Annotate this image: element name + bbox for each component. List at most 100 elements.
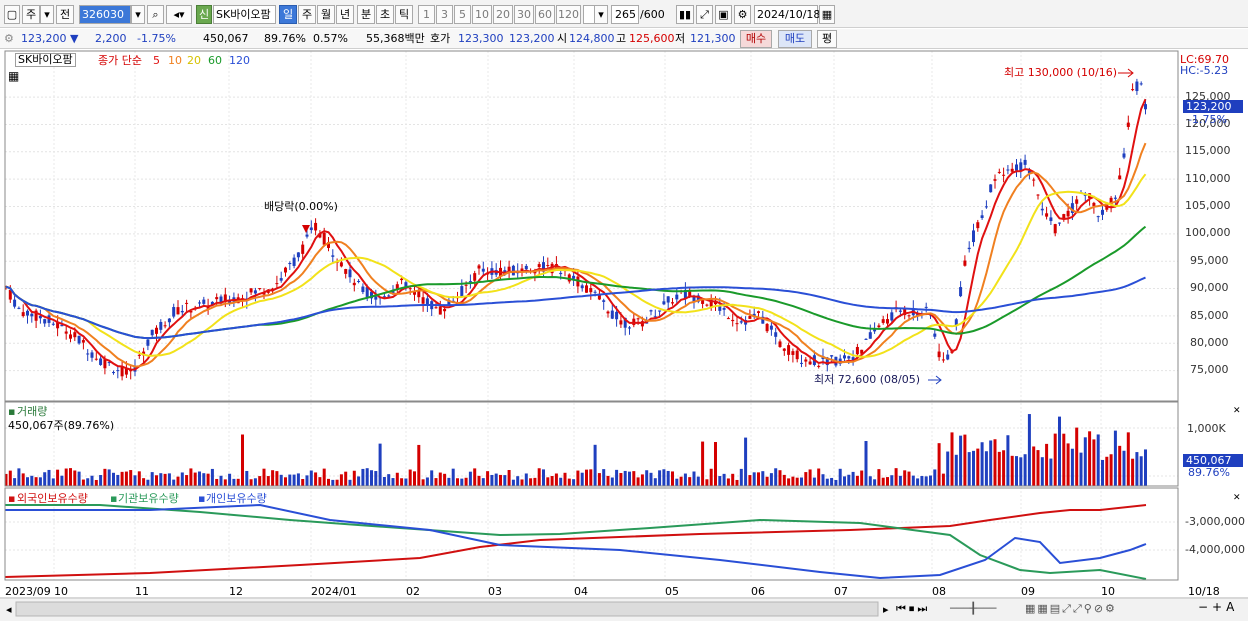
window-menu-icon[interactable]: ▢ (4, 5, 20, 24)
current-pct-tag: -1.75% (1188, 113, 1227, 126)
period-year-tab[interactable]: 년 (336, 5, 354, 24)
sound-icon[interactable]: ◂▾ (166, 5, 192, 24)
candle-body (705, 304, 709, 306)
candle-body (99, 358, 103, 365)
playback-controls[interactable]: ⏮⏹⏭ (896, 602, 930, 615)
institution-holding-legend: 기관보유수량 (118, 492, 179, 505)
chart-area[interactable]: SK바이오팜 종가 단순 5 10 20 60 120 ▦ LC:69.70 H… (0, 50, 1248, 621)
date-input[interactable]: 2024/10/18 (754, 5, 820, 24)
volume-bar (335, 479, 339, 486)
volume-bar (890, 475, 894, 486)
gear-icon[interactable]: ⚙ (734, 5, 751, 24)
market-select[interactable]: 주 (22, 5, 40, 24)
zoom-buttons[interactable]: −+A (1198, 601, 1238, 614)
candle-body (1101, 209, 1104, 215)
interval-dropdown-icon[interactable]: ▾ (594, 5, 608, 24)
volume-bar (486, 471, 490, 486)
volume-bar (696, 476, 700, 486)
volume-bar (589, 469, 593, 486)
volume-tick-1000k: 1,000K (1187, 422, 1226, 435)
scroll-left-arrow[interactable]: ◂ (6, 603, 12, 616)
volume-bar (309, 470, 313, 486)
evaluate-button[interactable]: 평 (817, 30, 837, 48)
foreign-legend-icon[interactable]: ▪ (8, 492, 15, 505)
interval-20[interactable]: 20 (493, 5, 513, 24)
calendar-icon[interactable]: ▦ (819, 5, 835, 24)
volume-bar (980, 442, 984, 486)
turnover-rate: 0.57% (313, 32, 348, 45)
buy-button[interactable]: 매수 (740, 30, 772, 48)
price-change-pct: -1.75% (137, 32, 176, 45)
period-day-tab[interactable]: 일 (279, 5, 297, 24)
candle-body (946, 354, 950, 360)
chart-tools-icons[interactable]: ▦▦▤⤢⤢⚲⊘⚙ (1025, 602, 1117, 615)
volume-bar (576, 470, 580, 486)
market-dropdown-icon[interactable]: ▾ (40, 5, 54, 24)
x-label-10b: 10 (1101, 585, 1115, 598)
settings-gear-icon[interactable]: ⚙ (4, 31, 14, 46)
holding-close-icon[interactable]: ✕ (1233, 492, 1241, 505)
individual-legend-icon[interactable]: ▪ (198, 492, 205, 505)
save-icon[interactable]: ▣ (715, 5, 732, 24)
prev-button[interactable]: 전 (56, 5, 74, 24)
interval-10[interactable]: 10 (472, 5, 492, 24)
period-second-tab[interactable]: 초 (376, 5, 394, 24)
candle-body (993, 179, 997, 181)
candle-body (460, 286, 464, 297)
volume-close-icon[interactable]: ✕ (1233, 405, 1241, 418)
scroll-right-arrow[interactable]: ▸ (883, 603, 889, 616)
interval-60[interactable]: 60 (535, 5, 555, 24)
interval-1[interactable]: 1 (418, 5, 435, 24)
volume-bar (997, 451, 1001, 486)
volume-bar (172, 479, 176, 486)
volume-bar (150, 472, 154, 486)
candle-body (137, 354, 141, 356)
code-dropdown-icon[interactable]: ▾ (131, 5, 145, 24)
volume-bar (185, 475, 189, 486)
volume-bar (193, 472, 197, 486)
x-label-right: 10/18 (1188, 585, 1220, 598)
period-tick-tab[interactable]: 틱 (395, 5, 413, 24)
volume-bar (1083, 437, 1087, 486)
volume-bar (116, 474, 120, 486)
period-minute-tab[interactable]: 분 (357, 5, 375, 24)
interval-120[interactable]: 120 (556, 5, 581, 24)
volume-bar (671, 471, 674, 486)
period-week-tab[interactable]: 주 (298, 5, 316, 24)
volume-bar (292, 474, 296, 486)
volume-bar (1036, 450, 1040, 486)
volume-panel-icon[interactable]: ▪ (8, 405, 15, 418)
interval-5[interactable]: 5 (454, 5, 471, 24)
ma10-legend: 10 (168, 54, 182, 67)
bar-count-input[interactable]: 265 (611, 5, 639, 24)
price-legend-name[interactable]: SK바이오팜 (15, 53, 76, 67)
candle-body (791, 351, 795, 355)
volume-bar (795, 477, 799, 486)
institution-legend-icon[interactable]: ▪ (110, 492, 117, 505)
x-label-2024-01: 2024/01 (311, 585, 357, 598)
interval-3[interactable]: 3 (436, 5, 453, 24)
sell-button[interactable]: 매도 (778, 30, 812, 48)
candle-body (116, 370, 120, 372)
stock-code-input[interactable]: 326030 (79, 5, 131, 24)
volume-bar (1049, 458, 1053, 486)
grid-toggle-icon[interactable]: ▦ (8, 70, 19, 83)
draw-tool-icon[interactable]: ⤢ (696, 5, 713, 24)
candle-type-icon[interactable]: ▮▮ (676, 5, 694, 24)
period-month-tab[interactable]: 월 (317, 5, 335, 24)
volume-value: 450,067 (203, 32, 249, 45)
volume-bar (262, 468, 266, 486)
candle-body (464, 284, 468, 286)
ma-line-10 (5, 142, 1147, 368)
search-icon[interactable]: ⌕ (147, 5, 164, 24)
zoom-slider[interactable]: ───╂─── (950, 602, 996, 615)
ma60-legend: 60 (208, 54, 222, 67)
volume-bar (1019, 457, 1023, 486)
candle-body (1144, 104, 1147, 110)
chart-canvas[interactable] (0, 50, 1248, 621)
x-label-2023-09: 2023/09 (5, 585, 51, 598)
volume-bar (593, 444, 597, 486)
volume-bar (26, 477, 29, 486)
interval-30[interactable]: 30 (514, 5, 534, 24)
volume-bar (873, 479, 877, 486)
